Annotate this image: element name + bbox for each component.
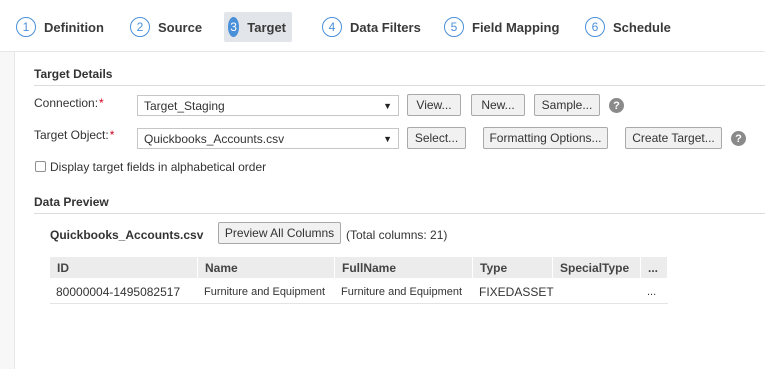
sample-button[interactable]: Sample... <box>534 94 600 116</box>
section-divider <box>34 213 765 214</box>
view-connection-button[interactable]: View... <box>407 94 461 116</box>
connection-value: Target_Staging <box>144 98 225 113</box>
dropdown-caret-icon: ▼ <box>383 100 392 111</box>
select-target-object-button[interactable]: Select... <box>407 127 466 149</box>
table-cell: ... <box>647 286 657 298</box>
column-header-type[interactable]: Type <box>473 257 553 278</box>
step-label: Schedule <box>613 19 671 35</box>
target-object-label: Target Object:* <box>34 128 114 142</box>
formatting-options-button[interactable]: Formatting Options... <box>483 127 608 149</box>
dropdown-caret-icon: ▼ <box>383 133 392 144</box>
table-cell: 80000004-1495082517 <box>56 285 181 299</box>
target-object-value: Quickbooks_Accounts.csv <box>144 131 285 146</box>
step-number: 2 <box>130 17 150 37</box>
data-preview-title: Data Preview <box>34 195 109 209</box>
preview-file-name: Quickbooks_Accounts.csv <box>50 228 204 242</box>
target-object-help-icon[interactable]: ? <box>731 131 746 146</box>
step-label: Data Filters <box>350 19 421 35</box>
column-header-id[interactable]: ID <box>50 257 198 278</box>
step-definition[interactable]: 1 Definition <box>12 12 110 42</box>
step-source[interactable]: 2 Source <box>126 12 208 42</box>
create-target-button[interactable]: Create Target... <box>625 127 722 149</box>
new-connection-button[interactable]: New... <box>471 94 525 116</box>
step-label: Definition <box>44 19 104 35</box>
table-cell: FIXEDASSET <box>479 285 554 299</box>
target-details-title: Target Details <box>34 67 113 81</box>
column-header-more[interactable]: ... <box>641 257 668 278</box>
table-cell: Furniture and Equipment <box>204 286 326 298</box>
step-data-filters[interactable]: 4 Data Filters <box>318 12 427 42</box>
table-cell: Furniture and Equipment <box>341 286 463 298</box>
step-label: Field Mapping <box>472 19 560 35</box>
preview-all-columns-button[interactable]: Preview All Columns <box>218 222 341 244</box>
column-header-name[interactable]: Name <box>198 257 335 278</box>
connection-label-text: Connection: <box>34 96 99 110</box>
step-label: Source <box>158 19 203 35</box>
alphabetical-order-checkbox[interactable] <box>35 161 46 172</box>
step-schedule[interactable]: 6 Schedule <box>581 12 677 42</box>
connection-select[interactable]: Target_Staging ▼ <box>137 95 399 116</box>
step-label: Target <box>247 19 286 35</box>
section-divider <box>34 85 765 86</box>
required-mark: * <box>109 128 115 142</box>
step-number: 5 <box>444 17 464 37</box>
target-object-label-text: Target Object: <box>34 128 109 142</box>
step-target[interactable]: 3 Target <box>224 12 292 42</box>
total-columns-text: (Total columns: 21) <box>346 228 448 242</box>
column-header-fullname[interactable]: FullName <box>335 257 473 278</box>
row-divider <box>50 303 668 304</box>
step-number: 6 <box>585 17 605 37</box>
wizard-step-bar: 1 Definition 2 Source 3 Target 4 Data Fi… <box>0 0 765 52</box>
target-object-select[interactable]: Quickbooks_Accounts.csv ▼ <box>137 128 399 149</box>
alphabetical-order-label: Display target fields in alphabetical or… <box>50 160 267 174</box>
left-gutter <box>0 52 14 369</box>
connection-label: Connection:* <box>34 96 104 110</box>
connection-help-icon[interactable]: ? <box>609 98 624 113</box>
step-field-mapping[interactable]: 5 Field Mapping <box>440 12 565 42</box>
column-header-specialtype[interactable]: SpecialType <box>553 257 641 278</box>
step-number: 3 <box>228 17 240 37</box>
step-number: 1 <box>16 17 36 37</box>
required-mark: * <box>99 96 104 110</box>
step-number: 4 <box>322 17 342 37</box>
table-cell <box>553 282 641 302</box>
